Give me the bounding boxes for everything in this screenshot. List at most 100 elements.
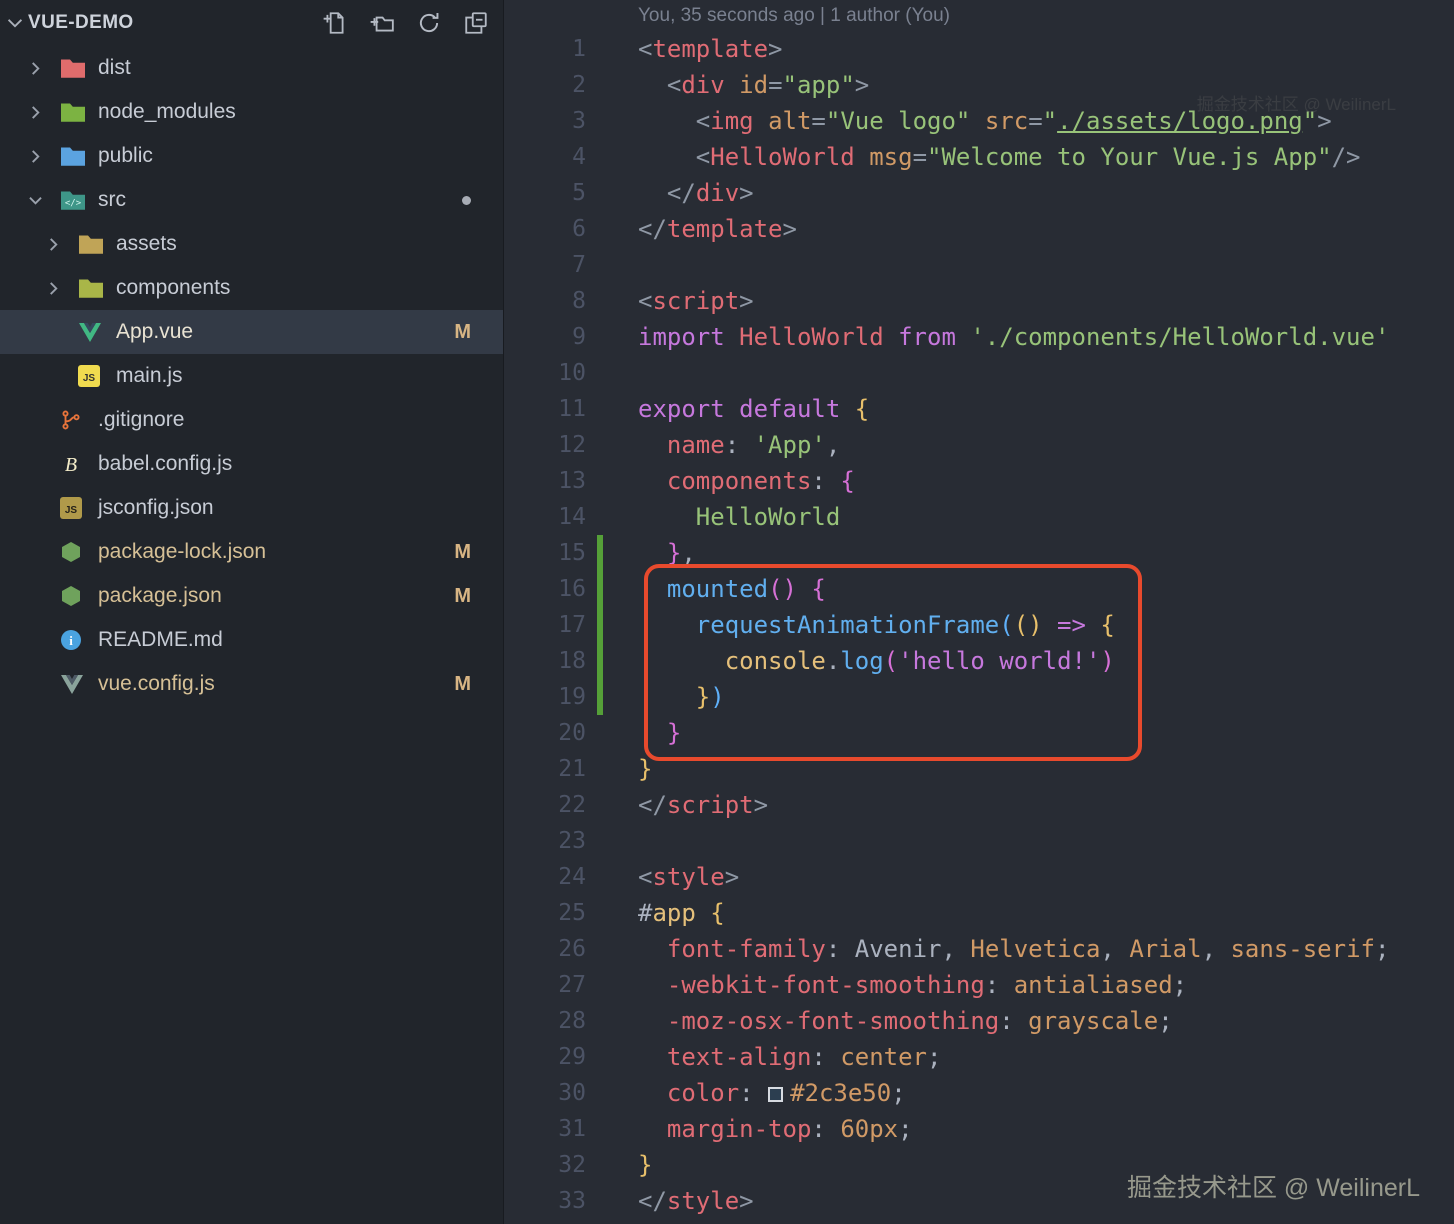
file-item-package-lock-json[interactable]: package-lock.json M [0, 530, 503, 574]
refresh-button[interactable] [416, 10, 442, 36]
svg-text:i: i [69, 633, 73, 648]
line-number: 9 [572, 324, 586, 350]
code-text: console.log('hello world!') [724, 647, 1115, 675]
code-line[interactable]: 8 <script> [505, 283, 1454, 319]
file-item-public[interactable]: public [0, 134, 503, 178]
svg-text:JS: JS [83, 373, 96, 384]
chevron-right-icon[interactable] [26, 103, 60, 122]
babel-icon: B [60, 453, 98, 475]
new-folder-button[interactable] [369, 10, 395, 36]
line-number: 1 [572, 36, 586, 62]
code-line[interactable]: 18 console.log('hello world!') [505, 643, 1454, 679]
code-line[interactable]: 22 </script> [505, 787, 1454, 823]
code-text: <script> [638, 287, 754, 315]
code-line[interactable]: 11 export default { [505, 391, 1454, 427]
file-item-readme-md[interactable]: i README.md [0, 618, 503, 662]
code-text: } [638, 1151, 653, 1179]
collapse-folders-button[interactable] [463, 10, 489, 36]
code-text: name: 'App', [666, 431, 841, 459]
chevron-right-icon[interactable] [44, 279, 78, 298]
line-number: 8 [572, 288, 586, 314]
svg-text:JS: JS [65, 505, 78, 516]
file-item-jsconfig-json[interactable]: JS jsconfig.json [0, 486, 503, 530]
code-line[interactable]: 17 requestAnimationFrame(() => { [505, 607, 1454, 643]
code-line[interactable]: 31 margin-top: 60px; [505, 1111, 1454, 1147]
chevron-down-icon[interactable] [26, 191, 60, 210]
chevron-right-icon[interactable] [44, 235, 78, 254]
file-item-gitignore[interactable]: .gitignore [0, 398, 503, 442]
code-line[interactable]: 4 <HelloWorld msg="Welcome to Your Vue.j… [505, 139, 1454, 175]
folder-icon [60, 146, 98, 167]
code-area[interactable]: 1 <template> 2 <div id="app"> 3 <img alt="V… [505, 31, 1454, 1219]
file-item-assets[interactable]: assets [0, 222, 503, 266]
file-item-vue-config-js[interactable]: vue.config.js M [0, 662, 503, 706]
file-label: dist [98, 56, 131, 79]
new-file-icon [323, 12, 344, 34]
file-item-main-js[interactable]: JS main.js [0, 354, 503, 398]
code-line[interactable]: 10 [505, 355, 1454, 391]
file-item-node-modules[interactable]: node_modules [0, 90, 503, 134]
line-number: 23 [558, 828, 586, 854]
file-item-dist[interactable]: dist [0, 46, 503, 90]
code-line[interactable]: 6 </template> [505, 211, 1454, 247]
code-line[interactable]: 9 import HelloWorld from './components/He… [505, 319, 1454, 355]
folder-icon [78, 278, 116, 299]
watermark-faint: 掘金技术社区 @ WeilinerL [1196, 95, 1396, 114]
code-line[interactable]: 1 <template> [505, 31, 1454, 67]
line-number: 10 [558, 360, 586, 386]
code-line[interactable]: 15 }, [505, 535, 1454, 571]
line-number: 14 [558, 504, 586, 530]
git-status-badge: M [454, 584, 471, 607]
file-item-app-vue[interactable]: App.vue M [0, 310, 503, 354]
chevron-right-icon[interactable] [26, 147, 60, 166]
git-status-badge: M [454, 320, 471, 343]
code-line[interactable]: 29 text-align: center; [505, 1039, 1454, 1075]
code-line[interactable]: 16 mounted() { [505, 571, 1454, 607]
line-number: 32 [558, 1152, 586, 1178]
git-blame-annotation: You, 35 seconds ago | 1 author (You) [638, 5, 950, 26]
code-line[interactable]: 14 HelloWorld [505, 499, 1454, 535]
code-line[interactable]: 7 [505, 247, 1454, 283]
code-text: </div> [666, 179, 754, 207]
code-line[interactable]: 20 } [505, 715, 1454, 751]
line-number: 16 [558, 576, 586, 602]
line-number: 33 [558, 1188, 586, 1214]
info-icon: i [60, 629, 98, 651]
code-line[interactable]: 19 }) [505, 679, 1454, 715]
code-line[interactable]: 26 font-family: Avenir, Helvetica, Arial… [505, 931, 1454, 967]
line-number: 6 [572, 216, 586, 242]
code-text: }, [666, 539, 696, 567]
code-text: HelloWorld [695, 503, 841, 531]
code-line[interactable]: 13 components: { [505, 463, 1454, 499]
color-swatch[interactable] [768, 1087, 784, 1102]
watermark: 掘金技术社区 @ WeilinerL [1126, 1174, 1420, 1202]
code-line[interactable]: 23 [505, 823, 1454, 859]
code-line[interactable]: 27 -webkit-font-smoothing: antialiased; [505, 967, 1454, 1003]
code-line[interactable]: 24 <style> [505, 859, 1454, 895]
code-line[interactable]: 30 color: #2c3e50; [505, 1075, 1454, 1111]
code-text: <style> [638, 863, 740, 891]
file-item-components[interactable]: components [0, 266, 503, 310]
line-number: 7 [572, 252, 586, 278]
code-line[interactable]: 5 </div> [505, 175, 1454, 211]
folder-icon [60, 102, 98, 123]
line-number: 26 [558, 936, 586, 962]
vue-icon [78, 322, 116, 343]
code-line[interactable]: 12 name: 'App', [505, 427, 1454, 463]
line-number: 11 [558, 396, 586, 422]
file-item-babel-config-js[interactable]: Bbabel.config.js [0, 442, 503, 486]
code-line[interactable]: 25 #app { [505, 895, 1454, 931]
explorer-header[interactable]: VUE-DEMO [0, 0, 503, 46]
file-item-src[interactable]: </> src [0, 178, 503, 222]
code-line[interactable]: 28 -moz-osx-font-smoothing: grayscale; [505, 1003, 1454, 1039]
chevron-right-icon[interactable] [26, 59, 60, 78]
line-number: 18 [558, 648, 586, 674]
code-text: } [638, 755, 653, 783]
code-line[interactable]: 21} [505, 751, 1454, 787]
chevron-down-icon[interactable] [4, 12, 26, 34]
js-icon: JS [78, 365, 116, 387]
code-text: color: #2c3e50; [666, 1079, 906, 1107]
file-label: README.md [98, 628, 223, 651]
file-item-package-json[interactable]: package.json M [0, 574, 503, 618]
new-file-button[interactable] [322, 10, 348, 36]
